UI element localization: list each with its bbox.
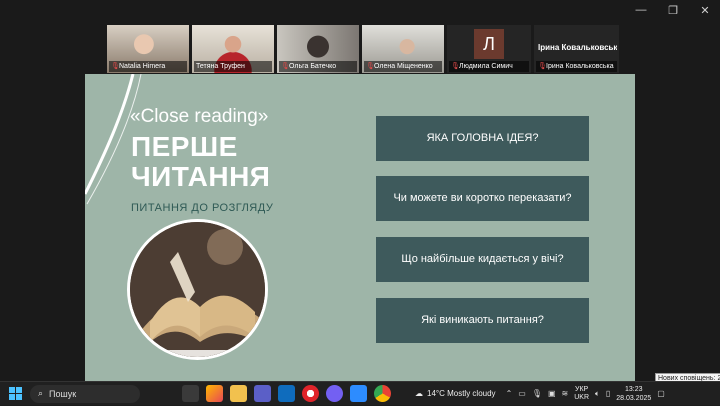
- slide-kicker: «Close reading»: [130, 106, 269, 127]
- speaker-icon[interactable]: 🔈︎: [595, 389, 600, 399]
- viber-icon[interactable]: [326, 385, 343, 402]
- book-photo: [127, 219, 268, 360]
- slide-title: ПЕРШЕ ЧИТАННЯ: [131, 131, 271, 192]
- minimize-icon[interactable]: —: [634, 4, 648, 17]
- participant-tile[interactable]: 🎙︎ Олена Міщененко: [362, 25, 444, 73]
- mic-muted-icon: 🎙︎: [111, 63, 120, 70]
- question-box-1: ЯКА ГОЛОВНА ІДЕЯ?: [376, 116, 589, 161]
- search-icon: ⌕: [38, 388, 44, 398]
- participant-tile[interactable]: 🎙︎ Ольга Батечко: [277, 25, 359, 73]
- participant-name: Ольга Батечко: [289, 63, 337, 70]
- mic-muted-icon: 🎙︎: [366, 63, 375, 70]
- avatar: Л: [474, 29, 504, 59]
- question-box-4: Які виникають питання?: [376, 298, 589, 343]
- task-view-icon[interactable]: [182, 385, 199, 402]
- mic-muted-icon: 🎙︎: [281, 63, 290, 70]
- participant-name: Ірина Ковальковська: [546, 63, 614, 70]
- close-icon[interactable]: ✕: [698, 4, 712, 17]
- shared-slide: «Close reading» ПЕРШЕ ЧИТАННЯ ПИТАННЯ ДО…: [85, 74, 635, 383]
- participants-strip: 🎙︎ Natalia Himera Тетяна Труфен 🎙︎ Ольга Б…: [107, 25, 619, 73]
- system-tray: ⌃ ▭ 🎙︎ ▣ ≋ УКР UKR 🔈︎ ▯ 13:23 28.03.2025…: [506, 385, 665, 403]
- microphone-icon[interactable]: 🎙︎: [532, 389, 542, 398]
- book-image: [130, 222, 265, 357]
- notifications-icon[interactable]: ▢: [657, 389, 665, 398]
- chevron-up-icon[interactable]: ⌃: [506, 389, 513, 398]
- cloud-icon: ☁: [415, 389, 423, 398]
- weather-text: 14°C Mostly cloudy: [427, 389, 496, 398]
- mic-muted-icon: 🎙︎: [451, 63, 460, 70]
- widgets-icon[interactable]: [206, 385, 223, 402]
- participant-tile[interactable]: Л 🎙︎ Людмила Симич: [447, 25, 531, 73]
- wifi-icon[interactable]: ≋: [562, 389, 569, 398]
- file-explorer-icon[interactable]: [230, 385, 247, 402]
- participant-name: Олена Міщененко: [374, 63, 433, 70]
- question-box-2: Чи можете ви коротко переказати?: [376, 176, 589, 221]
- participant-name: Людмила Симич: [459, 63, 513, 70]
- search-label: Пошук: [49, 388, 77, 399]
- participant-name: Natalia Himera: [119, 63, 166, 70]
- window-controls: — ❐ ✕: [634, 4, 712, 17]
- participant-tile[interactable]: Ірина Ковальковськ 🎙︎ Ірина Ковальковська: [534, 25, 619, 73]
- participant-display-name: Ірина Ковальковськ: [538, 43, 617, 52]
- camera-icon[interactable]: ▣: [548, 389, 556, 398]
- chrome-icon[interactable]: [374, 385, 391, 402]
- language-indicator[interactable]: УКР UKR: [574, 386, 589, 402]
- windows-icon: [8, 387, 22, 400]
- search-box[interactable]: ⌕ Пошук: [30, 384, 140, 403]
- zoom-icon[interactable]: [350, 385, 367, 402]
- participant-tile-active[interactable]: Тетяна Труфен: [192, 25, 274, 73]
- participant-name: Тетяна Труфен: [196, 63, 245, 70]
- network-icon[interactable]: ▭: [518, 389, 526, 398]
- battery-icon[interactable]: ▯: [606, 389, 610, 398]
- outlook-icon[interactable]: [278, 385, 295, 402]
- weather-widget[interactable]: ☁ 14°C Mostly cloudy: [415, 389, 496, 398]
- mic-muted-icon: 🎙︎: [538, 63, 547, 70]
- taskbar: ⌕ Пошук ☁ 14°C Mostly cloudy ⌃ ▭ 🎙︎ ▣ ≋ …: [0, 381, 720, 405]
- taskbar-apps: [182, 385, 391, 402]
- restore-icon[interactable]: ❐: [666, 4, 680, 17]
- slide-subtitle: ПИТАННЯ ДО РОЗГЛЯДУ: [131, 202, 274, 214]
- clock[interactable]: 13:23 28.03.2025: [616, 385, 651, 403]
- meeting-window: — ❐ ✕ 🎙︎ Natalia Himera Тетяна Труфен 🎙︎ О…: [0, 0, 720, 383]
- start-button[interactable]: [4, 382, 26, 406]
- participant-tile[interactable]: 🎙︎ Natalia Himera: [107, 25, 189, 73]
- question-box-3: Що найбільше кидається у вічі?: [376, 237, 589, 282]
- teams-icon[interactable]: [254, 385, 271, 402]
- opera-icon[interactable]: [302, 385, 319, 402]
